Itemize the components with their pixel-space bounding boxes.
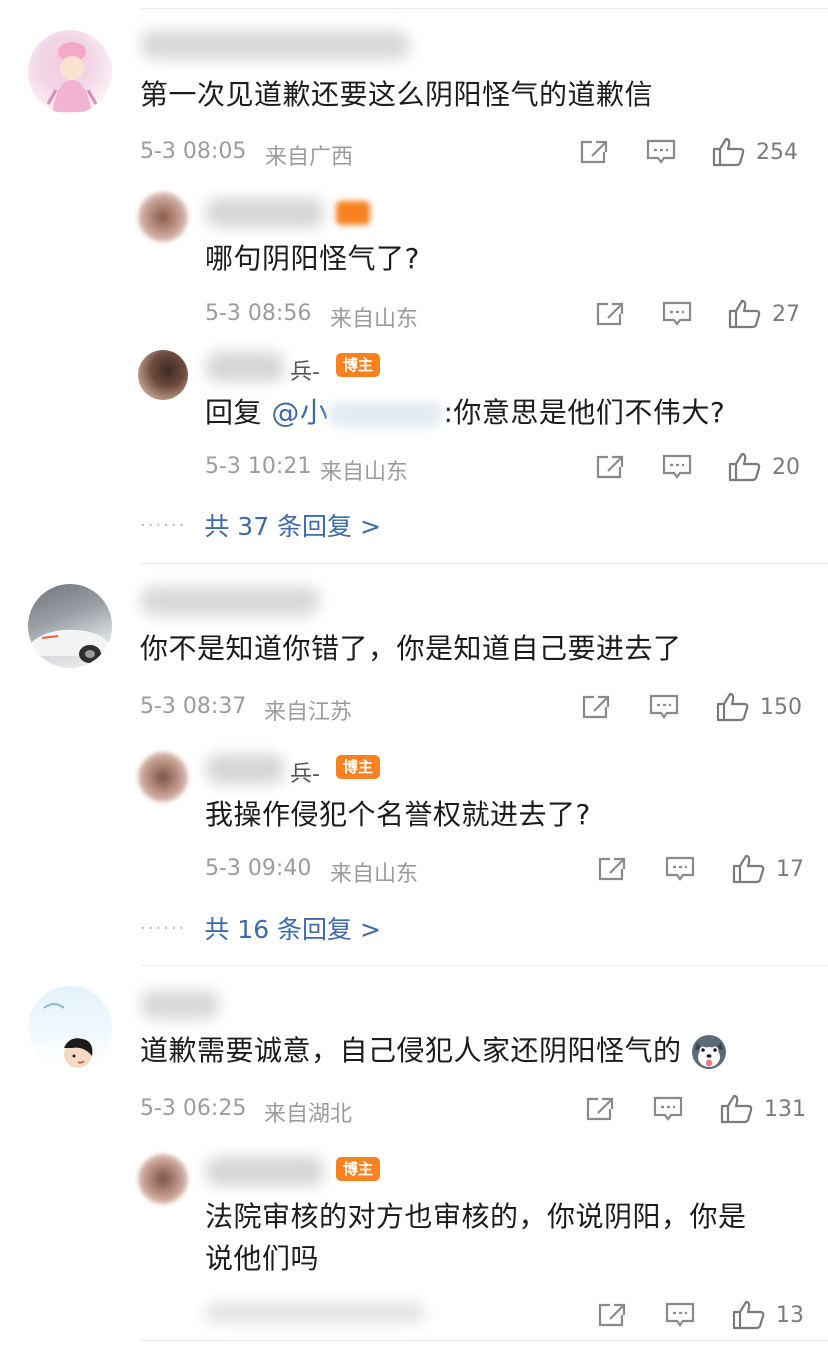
mention-link[interactable]: @小	[271, 396, 444, 429]
comment-location: 来自湖北	[264, 1102, 353, 1127]
avatar[interactable]	[138, 1154, 188, 1204]
more-replies-link[interactable]: ······ 共 37 条回复 >	[140, 507, 381, 543]
like-icon	[732, 1300, 765, 1330]
dots-icon: ······	[140, 917, 187, 939]
share-icon[interactable]	[578, 138, 610, 166]
reply-time: 5-3 10:21	[205, 454, 312, 479]
username-blurred[interactable]	[205, 754, 285, 784]
username-blurred[interactable]	[140, 586, 320, 616]
share-icon[interactable]	[596, 855, 628, 883]
reply-text: 我操作侵犯个名誉权就进去了?	[205, 798, 591, 831]
share-icon[interactable]	[584, 1095, 616, 1123]
like-button[interactable]: 131	[720, 1094, 806, 1124]
blogger-badge: 博主	[336, 755, 381, 779]
username-blurred[interactable]	[140, 990, 220, 1020]
like-count: 13	[776, 1302, 804, 1328]
like-count: 20	[772, 454, 800, 480]
like-count: 150	[760, 694, 802, 720]
username-blurred[interactable]	[205, 352, 285, 382]
reply-time: 5-3 08:56	[205, 301, 312, 326]
share-icon[interactable]	[580, 693, 612, 721]
comment-location: 来自广西	[265, 145, 354, 170]
reply-suffix: :你意思是他们不伟大?	[443, 396, 726, 429]
share-icon[interactable]	[596, 1301, 628, 1329]
comment-icon[interactable]	[661, 300, 693, 328]
share-icon[interactable]	[594, 453, 626, 481]
comment-icon[interactable]	[652, 1095, 684, 1123]
like-button[interactable]: 27	[728, 299, 800, 329]
comment-icon[interactable]	[645, 138, 677, 166]
husky-emoji-icon	[691, 1034, 727, 1070]
avatar-image	[43, 1003, 93, 1068]
reply-prefix: 回复	[205, 396, 263, 429]
like-button[interactable]: 254	[712, 137, 798, 167]
avatar[interactable]	[138, 350, 188, 400]
like-icon	[720, 1094, 753, 1124]
reply-text: 回复 @小:你意思是他们不伟大?	[205, 392, 725, 434]
comment-time: 5-3 08:37	[140, 694, 247, 719]
like-button[interactable]: 20	[728, 452, 800, 482]
blogger-badge: 博主	[336, 353, 381, 377]
avatar[interactable]	[28, 986, 112, 1070]
like-button[interactable]: 17	[732, 854, 804, 884]
username-fragment[interactable]: 兵-	[290, 756, 320, 788]
avatar[interactable]	[138, 192, 188, 242]
comment-icon[interactable]	[664, 855, 696, 883]
reply-text: 哪句阴阳怪气了?	[205, 242, 420, 275]
comment-icon[interactable]	[661, 453, 693, 481]
username-fragment[interactable]: 兵-	[290, 354, 320, 386]
like-button[interactable]: 150	[716, 692, 802, 722]
dots-icon: ······	[140, 514, 187, 536]
comment-text: 道歉需要诚意，自己侵犯人家还阴阳怪气的	[140, 1030, 727, 1072]
like-button[interactable]: 13	[732, 1300, 804, 1330]
reply-location: 来自山东	[330, 307, 419, 332]
blogger-badge: 博主	[336, 1157, 381, 1181]
comment-time: 5-3 08:05	[140, 139, 247, 164]
username-blurred[interactable]	[205, 198, 325, 228]
avatar-image	[46, 42, 98, 112]
avatar[interactable]	[28, 584, 112, 668]
username-blurred[interactable]	[205, 1156, 325, 1186]
comment-text: 你不是知道你错了，你是知道自己要进去了	[140, 632, 682, 665]
like-count: 131	[764, 1096, 806, 1122]
like-count: 27	[772, 301, 800, 327]
avatar-image	[32, 629, 110, 663]
more-replies-link[interactable]: ······ 共 16 条回复 >	[140, 910, 381, 946]
comment-icon[interactable]	[664, 1301, 696, 1329]
comment-time: 5-3 06:25	[140, 1096, 247, 1121]
reply-location: 来自山东	[330, 862, 419, 887]
like-icon	[732, 854, 765, 884]
badge-blurred	[336, 201, 370, 225]
like-icon	[728, 299, 761, 329]
comment-icon[interactable]	[648, 693, 680, 721]
divider	[140, 8, 828, 9]
username-blurred[interactable]	[140, 30, 410, 60]
divider	[140, 563, 828, 564]
comment-text: 第一次见道歉还要这么阴阳怪气的道歉信	[140, 78, 654, 111]
like-icon	[716, 692, 749, 722]
meta-blurred	[205, 1302, 425, 1324]
like-icon	[728, 452, 761, 482]
like-icon	[712, 137, 745, 167]
avatar[interactable]	[138, 752, 188, 802]
divider	[140, 965, 828, 966]
like-count: 254	[756, 139, 798, 165]
divider	[140, 1340, 828, 1341]
share-icon[interactable]	[594, 300, 626, 328]
avatar[interactable]	[28, 30, 112, 114]
like-count: 17	[776, 856, 804, 882]
reply-location: 来自山东	[320, 460, 409, 485]
reply-time: 5-3 09:40	[205, 856, 312, 881]
reply-text: 法院审核的对方也审核的，你说阴阳，你是 说他们吗	[205, 1200, 747, 1275]
comment-location: 来自江苏	[264, 700, 353, 725]
